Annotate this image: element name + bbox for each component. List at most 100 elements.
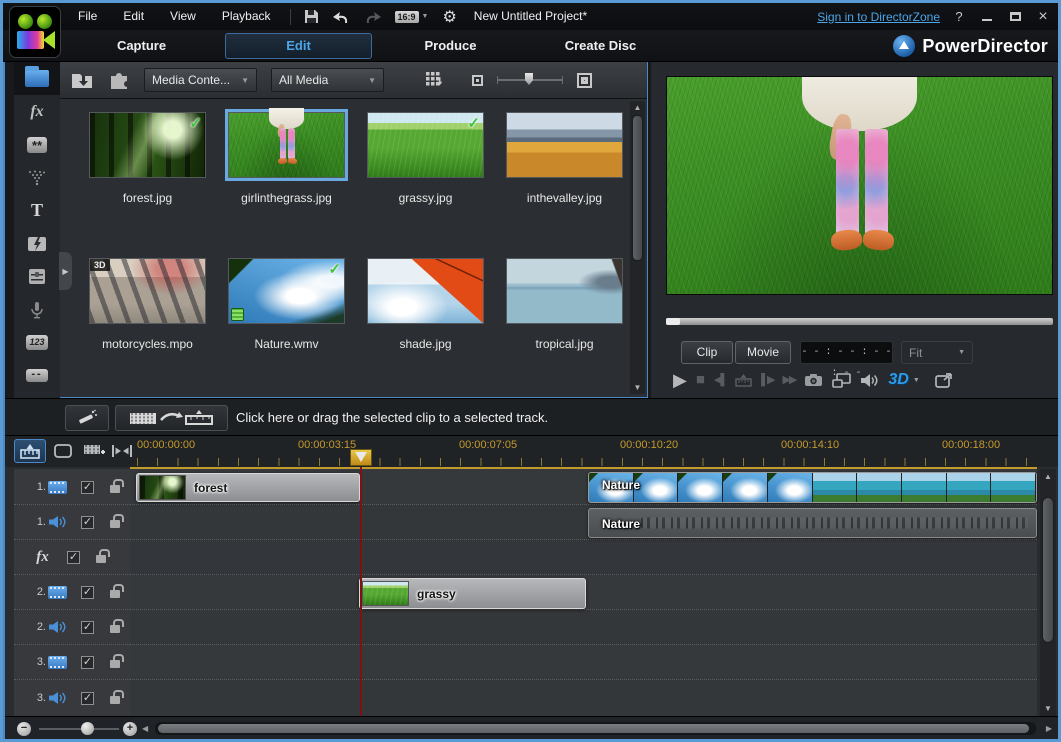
track-lock-icon[interactable] <box>96 555 106 563</box>
play-button[interactable]: ▶ <box>673 366 687 394</box>
preview-seek-bar[interactable] <box>666 318 1053 325</box>
3d-display-button[interactable]: 3D <box>888 371 908 389</box>
zoom-fit-dropdown[interactable]: Fit ▼ <box>901 341 973 364</box>
media-thumbnail-tropical[interactable] <box>506 258 623 324</box>
horizontal-scrollbar-thumb[interactable] <box>158 724 1029 733</box>
playhead-marker[interactable] <box>350 449 372 466</box>
lane-audio-2[interactable] <box>130 610 1037 645</box>
save-icon[interactable] <box>304 9 319 24</box>
sidebar-item-subtitle-room[interactable]: -- <box>14 359 60 392</box>
tab-create-disc[interactable]: Create Disc <box>533 30 668 62</box>
media-type-dropdown[interactable]: All Media ▼ <box>271 68 384 92</box>
close-button[interactable]: × <box>1034 8 1052 26</box>
track-lanes[interactable]: forest Nature Nature grassy <box>130 469 1037 716</box>
sort-grid-icon[interactable] <box>426 72 444 88</box>
next-frame-button[interactable]: ▌▶ <box>761 366 773 394</box>
thumbnail-size-slider[interactable] <box>497 79 563 81</box>
timeline-clip-forest[interactable]: forest <box>136 473 360 502</box>
sidebar-item-media-room[interactable] <box>14 62 60 95</box>
lane-video-3[interactable] <box>130 645 1037 680</box>
aspect-ratio-selector[interactable]: 16:9 ▼ <box>395 11 429 23</box>
menu-edit[interactable]: Edit <box>110 3 157 30</box>
settings-gear-icon[interactable]: ⚙ <box>442 7 456 27</box>
previous-frame-button[interactable]: ◀▌ <box>714 366 726 394</box>
sidebar-item-particle-room[interactable] <box>14 161 60 194</box>
sidebar-item-audio-mixing-room[interactable] <box>14 260 60 293</box>
thumbnail-size-large-icon[interactable] <box>577 73 592 88</box>
minimize-button[interactable] <box>978 9 996 24</box>
plugin-puzzle-icon[interactable] <box>108 70 130 90</box>
clip-mode-button[interactable]: Clip <box>681 341 733 364</box>
sidebar-item-voiceover-room[interactable] <box>14 293 60 326</box>
undock-preview-icon[interactable] <box>935 373 953 388</box>
media-thumbnail-forest[interactable]: ✓ <box>89 112 206 178</box>
track-lock-icon[interactable] <box>110 520 120 528</box>
track-enable-checkbox[interactable]: ✓ <box>81 621 94 634</box>
snapshot-camera-icon[interactable] <box>804 373 823 387</box>
menu-playback[interactable]: Playback <box>209 3 284 30</box>
sidebar-item-transition-room[interactable] <box>14 227 60 260</box>
track-lock-icon[interactable] <box>110 696 120 704</box>
dual-preview-icon[interactable] <box>832 373 851 388</box>
track-manager-button[interactable] <box>80 439 108 463</box>
chevron-down-icon[interactable]: ▼ <box>913 377 920 384</box>
thumbnail-size-slider-handle[interactable] <box>525 73 533 85</box>
thumbnail-size-small-icon[interactable] <box>472 75 483 86</box>
timeline-clip-nature-video[interactable]: Nature <box>588 472 1037 503</box>
import-media-icon[interactable] <box>70 70 94 90</box>
lane-audio-3[interactable] <box>130 680 1037 716</box>
track-lock-icon[interactable] <box>110 590 120 598</box>
timeline-zoom-slider[interactable] <box>39 728 119 730</box>
scroll-left-icon[interactable]: ◀ <box>142 717 148 740</box>
fast-forward-button[interactable]: ▶▶ <box>782 366 795 394</box>
timeline-ruler[interactable]: 00:00:00:00 00:00:03:15 00:00:07:05 00:0… <box>3 436 1058 467</box>
track-lock-icon[interactable] <box>110 485 120 493</box>
signin-directorzone-link[interactable]: Sign in to DirectorZone <box>817 10 940 24</box>
track-enable-checkbox[interactable]: ✓ <box>81 656 94 669</box>
seek-position[interactable] <box>666 318 680 325</box>
scroll-right-icon[interactable]: ▶ <box>1046 717 1052 740</box>
panel-flyout-handle[interactable]: ▶ <box>59 252 72 290</box>
timeline-vertical-scrollbar[interactable]: ▲ ▼ <box>1040 469 1056 716</box>
library-scrollbar[interactable]: ▲ ▼ <box>630 101 645 394</box>
tab-produce[interactable]: Produce <box>388 30 513 62</box>
stop-button[interactable]: ■ <box>696 366 705 394</box>
scroll-up-icon[interactable]: ▲ <box>630 101 645 114</box>
scroll-up-icon[interactable]: ▲ <box>1040 470 1056 483</box>
track-enable-checkbox[interactable]: ✓ <box>67 551 80 564</box>
timecode-display[interactable]: - - : - - : - - : - - <box>800 341 893 364</box>
library-scrollbar-thumb[interactable] <box>632 115 643 261</box>
scroll-down-icon[interactable]: ▼ <box>630 381 645 394</box>
zoom-out-button[interactable]: − <box>17 722 31 736</box>
zoom-in-button[interactable]: + <box>123 722 137 736</box>
volume-speaker-icon[interactable] <box>860 373 879 388</box>
insert-to-timeline-button[interactable] <box>115 405 228 431</box>
redo-icon[interactable] <box>364 10 381 24</box>
timeline-clip-grassy[interactable]: grassy <box>359 578 586 609</box>
menu-file[interactable]: File <box>65 3 110 30</box>
timeline-zoom-handle[interactable] <box>81 722 94 735</box>
upgrade-icon[interactable] <box>893 35 915 57</box>
sidebar-item-effect-room[interactable]: fx <box>14 95 60 128</box>
media-thumbnail-motorcycles[interactable]: 3D <box>89 258 206 324</box>
undo-icon[interactable] <box>333 10 350 24</box>
track-enable-checkbox[interactable]: ✓ <box>81 481 94 494</box>
magic-tools-button[interactable] <box>65 405 109 431</box>
sidebar-item-title-room[interactable]: T <box>14 194 60 227</box>
tab-edit[interactable]: Edit <box>225 33 372 59</box>
sidebar-item-pip-objects-room[interactable]: ** <box>14 128 60 161</box>
media-thumbnail-shade[interactable] <box>367 258 484 324</box>
track-enable-checkbox[interactable]: ✓ <box>81 586 94 599</box>
track-lock-icon[interactable] <box>110 660 120 668</box>
help-button[interactable]: ? <box>950 9 968 24</box>
track-enable-checkbox[interactable]: ✓ <box>81 692 94 705</box>
snap-fit-button[interactable] <box>110 439 134 463</box>
sidebar-item-chapter-room[interactable]: 123 <box>14 326 60 359</box>
movie-mode-button[interactable]: Movie <box>735 341 791 364</box>
media-thumbnail-nature[interactable]: ✓ <box>228 258 345 324</box>
timeline-clip-nature-audio[interactable]: Nature <box>588 508 1037 538</box>
media-thumbnail-inthevalley[interactable] <box>506 112 623 178</box>
content-filter-dropdown[interactable]: Media Conte... ▼ <box>144 68 257 92</box>
track-enable-checkbox[interactable]: ✓ <box>81 516 94 529</box>
media-thumbnail-grassy[interactable]: ✓ <box>367 112 484 178</box>
